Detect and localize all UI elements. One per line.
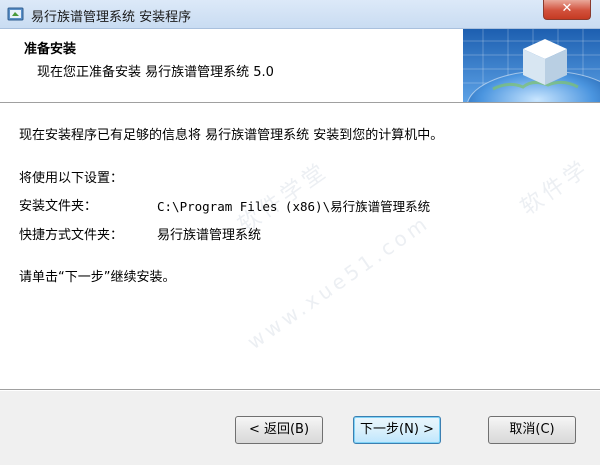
cancel-button[interactable]: 取消(C)	[488, 416, 576, 444]
page-subtitle: 现在您正准备安装 易行族谱管理系统 5.0	[37, 65, 274, 80]
install-folder-label: 安装文件夹：	[19, 199, 98, 214]
window-title-bar[interactable]: 易行族谱管理系统 安装程序 ✕	[0, 0, 600, 29]
watermark-url: www.xue51.com	[243, 210, 434, 354]
install-folder-value: C:\Program Files (x86)\易行族谱管理系统	[157, 199, 431, 214]
close-button[interactable]: ✕	[543, 0, 591, 20]
next-button[interactable]: 下一步(N) >	[353, 416, 441, 444]
globe-cube-graphic	[463, 29, 600, 102]
window-title: 易行族谱管理系统 安装程序	[31, 10, 192, 25]
settings-heading: 将使用以下设置：	[19, 171, 124, 186]
shortcut-folder-label: 快捷方式文件夹：	[19, 228, 124, 243]
intro-text: 现在安装程序已有足够的信息将 易行族谱管理系统 安装到您的计算机中。	[19, 128, 444, 143]
watermark-text-url: www.xue51.com	[242, 209, 435, 355]
shortcut-folder-value: 易行族谱管理系统	[157, 228, 262, 243]
watermark-logo-2: 软件学	[516, 155, 595, 221]
installer-app-icon	[7, 7, 24, 21]
back-button[interactable]: < 返回(B)	[235, 416, 323, 444]
continue-instruction: 请单击“下一步”继续安装。	[19, 270, 176, 285]
wizard-header: 准备安装 现在您正准备安装 易行族谱管理系统 5.0	[0, 29, 600, 103]
page-title: 准备安装	[24, 42, 77, 57]
